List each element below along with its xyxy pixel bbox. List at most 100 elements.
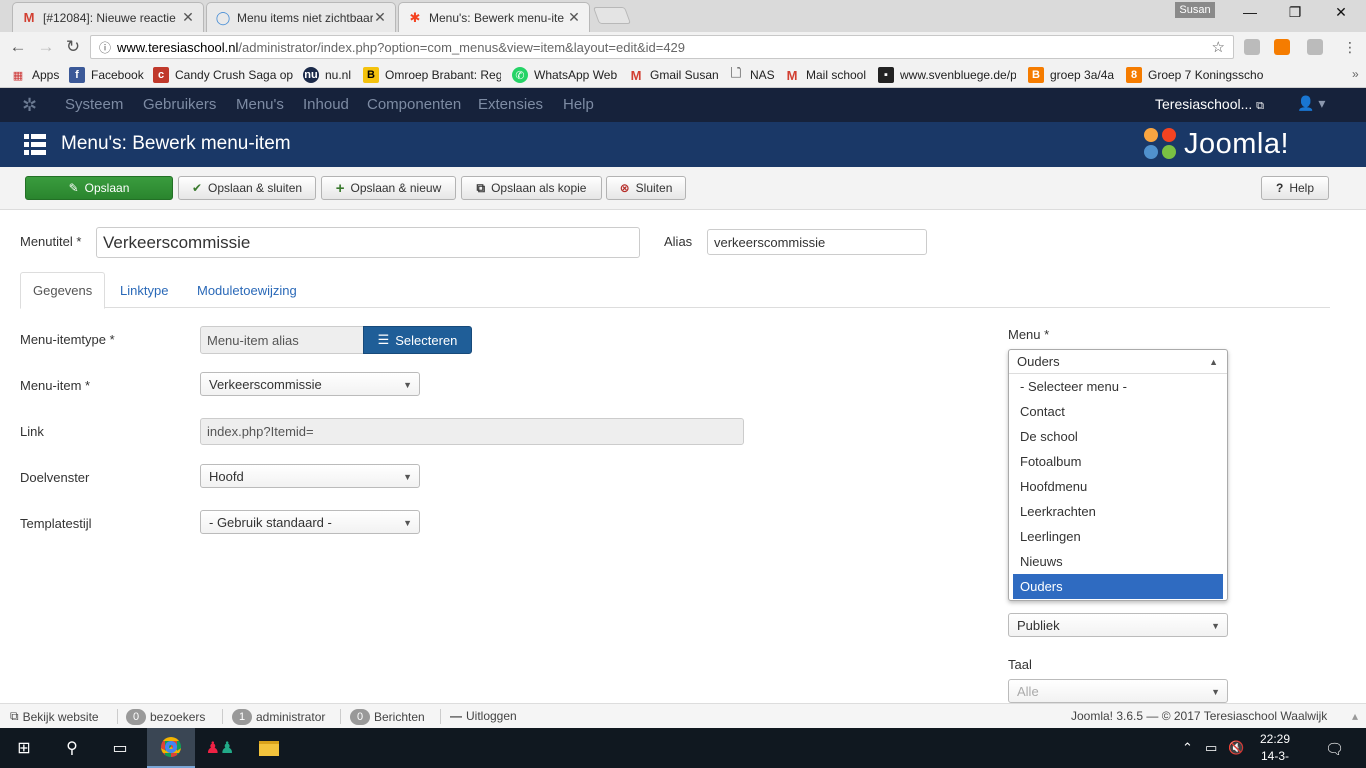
pdf-extension-icon[interactable] [1307, 39, 1323, 55]
bookmark-groep-3a4a[interactable]: Bgroep 3a/4a [1028, 67, 1114, 83]
language-value: Alle [1017, 683, 1039, 699]
bookmark-omroep-brabant[interactable]: B Omroep Brabant: Reg [363, 67, 501, 83]
minus-icon: — [450, 709, 462, 723]
visitors-label: bezoekers [150, 710, 206, 724]
nav-componenten[interactable]: Componenten [367, 96, 461, 113]
people-app-icon[interactable]: ♟ ♟ [196, 728, 244, 768]
skype-extension-icon[interactable] [1244, 39, 1260, 55]
bookmark-mail-school[interactable]: M Mail school [784, 67, 866, 83]
new-tab-button[interactable] [592, 7, 632, 24]
browser-tab-joomla[interactable]: ✱ Menu's: Bewerk menu-ite ✕ [398, 2, 590, 32]
site-name-link[interactable]: Teresiaschool... ⧉ [1155, 96, 1264, 113]
logout-label: Uitloggen [466, 709, 517, 723]
template-style-select[interactable]: - Gebruik standaard - ▼ [200, 510, 420, 534]
save-copy-button[interactable]: ⧉ Opslaan als kopie [461, 176, 602, 200]
tab-moduletoewijzing[interactable]: Moduletoewijzing [185, 272, 309, 308]
admin-status[interactable]: 1 administrator [232, 709, 325, 725]
bookmark-groep-7[interactable]: 8 Groep 7 Koningsscho [1126, 67, 1266, 83]
bookmark-apps[interactable]: ▦ Apps [10, 67, 60, 83]
bookmark-gmail-susan[interactable]: M Gmail Susan [628, 67, 719, 83]
target-window-select[interactable]: Hoofd ▼ [200, 464, 420, 488]
language-select[interactable]: Alle ▼ [1008, 679, 1228, 703]
menu-option[interactable]: Nieuws [1013, 549, 1223, 574]
chevron-down-icon: ▼ [1211, 687, 1220, 697]
bookmark-candy-crush[interactable]: c Candy Crush Saga op [153, 67, 293, 83]
joomla-menu-logo-icon[interactable]: ✲ [22, 95, 37, 116]
close-tab-icon[interactable]: ✕ [181, 9, 195, 26]
access-select[interactable]: Publiek ▼ [1008, 613, 1228, 637]
gfk-extension-icon[interactable] [1274, 39, 1290, 55]
bookmark-facebook[interactable]: f Facebook [69, 67, 144, 83]
volume-muted-icon[interactable]: 🔇 [1228, 740, 1244, 756]
menu-title-input[interactable]: Verkeerscommissie [96, 227, 640, 258]
close-tab-icon[interactable]: ✕ [567, 9, 581, 26]
close-tab-icon[interactable]: ✕ [373, 9, 387, 26]
menu-title-label: Menutitel * [20, 234, 82, 249]
browser-tab-forum[interactable]: ◯ Menu items niet zichtbaar ✕ [206, 2, 396, 32]
alias-input[interactable]: verkeerscommissie [707, 229, 927, 255]
tab-linktype[interactable]: Linktype [108, 272, 180, 308]
bookmark-svenbluege[interactable]: ▪ www.svenbluege.de/p [878, 67, 1016, 83]
bookmark-label: Candy Crush Saga op [175, 68, 293, 82]
close-button[interactable]: ⊗ Sluiten [606, 176, 686, 200]
menu-option[interactable]: Contact [1013, 399, 1223, 424]
notifications-icon[interactable]: 🗨 [1325, 740, 1344, 758]
chrome-taskbar-icon[interactable] [147, 728, 195, 768]
menu-select-dropdown[interactable]: Ouders ▲ - Selecteer menu - Contact De sc… [1008, 349, 1228, 601]
profile-badge[interactable]: Susan [1175, 2, 1215, 18]
browser-tab-strip: M [#12084]: Nieuwe reactie ✕ ◯ Menu item… [0, 0, 1366, 32]
chrome-menu-icon[interactable]: ⋮ [1340, 37, 1360, 57]
gmail-icon: M [23, 10, 35, 25]
bookmark-nu[interactable]: nu nu.nl [303, 67, 351, 83]
forward-icon[interactable]: → [36, 37, 56, 57]
back-icon[interactable]: ← [8, 37, 28, 57]
windows-start-icon[interactable]: ⊞ [0, 728, 48, 768]
nav-extensies[interactable]: Extensies [478, 96, 543, 113]
nav-systeem[interactable]: Systeem [65, 96, 123, 113]
menu-option-selected[interactable]: Ouders [1013, 574, 1223, 599]
menu-select-current[interactable]: Ouders ▲ [1009, 350, 1227, 374]
bookmark-whatsapp[interactable]: ✆ WhatsApp Web [512, 67, 617, 83]
tab-gegevens[interactable]: Gegevens [20, 272, 106, 309]
nav-gebruikers[interactable]: Gebruikers [143, 96, 216, 113]
menu-option[interactable]: Fotoalbum [1013, 449, 1223, 474]
menu-option[interactable]: De school [1013, 424, 1223, 449]
minimize-icon[interactable]: — [1227, 4, 1273, 24]
menu-option[interactable]: Leerlingen [1013, 524, 1223, 549]
reload-icon[interactable]: ↻ [63, 37, 83, 57]
messages-status[interactable]: 0 Berichten [350, 709, 425, 725]
visitors-status[interactable]: 0 bezoekers [126, 709, 205, 725]
task-view-icon[interactable]: ▭ [96, 728, 144, 768]
menu-option[interactable]: Leerkrachten [1013, 499, 1223, 524]
nav-inhoud[interactable]: Inhoud [303, 96, 349, 113]
close-window-icon[interactable]: ✕ [1318, 4, 1364, 24]
view-site-link[interactable]: ⧉ Bekijk website [10, 709, 99, 724]
restore-icon[interactable]: ❐ [1272, 4, 1318, 24]
menu-item-label: Menu-item * [20, 378, 91, 393]
save-button[interactable]: ✎ Opslaan [25, 176, 173, 200]
select-type-label: Selecteren [395, 332, 458, 348]
select-type-button[interactable]: ☰ Selecteren [363, 326, 472, 354]
bookmark-star-icon[interactable]: ☆ [1212, 38, 1225, 56]
address-bar[interactable]: ⓘ www.teresiaschool.nl/administrator/ind… [90, 35, 1234, 59]
menu-option[interactable]: Hoofdmenu [1013, 474, 1223, 499]
bookmark-nas[interactable]: 🗋 NAS [728, 67, 775, 83]
menu-item-select[interactable]: Verkeerscommissie ▼ [200, 372, 420, 396]
file-explorer-icon[interactable] [245, 728, 293, 768]
nav-menus[interactable]: Menu's [236, 96, 284, 113]
save-close-button[interactable]: ✔ Opslaan & sluiten [178, 176, 316, 200]
taskbar-clock[interactable]: 22:29 14-3-2017 [1248, 731, 1302, 768]
help-button[interactable]: ? Help [1261, 176, 1329, 200]
save-new-button[interactable]: + Opslaan & nieuw [321, 176, 456, 200]
user-menu-icon[interactable]: 👤 ▾ [1297, 95, 1325, 112]
scroll-top-icon[interactable]: ▴ [1352, 709, 1358, 723]
logout-link[interactable]: — Uitloggen [450, 709, 517, 723]
bookmark-label: www.svenbluege.de/p [900, 68, 1016, 82]
more-bookmarks-icon[interactable]: » [1352, 67, 1359, 81]
battery-icon[interactable]: ▭ [1205, 740, 1217, 756]
menu-option[interactable]: - Selecteer menu - [1013, 374, 1223, 399]
browser-tab-gmail[interactable]: M [#12084]: Nieuwe reactie ✕ [12, 2, 204, 32]
nav-help[interactable]: Help [563, 96, 594, 113]
search-icon[interactable]: ⚲ [48, 728, 96, 768]
tray-chevron-icon[interactable]: ⌃ [1182, 740, 1193, 756]
